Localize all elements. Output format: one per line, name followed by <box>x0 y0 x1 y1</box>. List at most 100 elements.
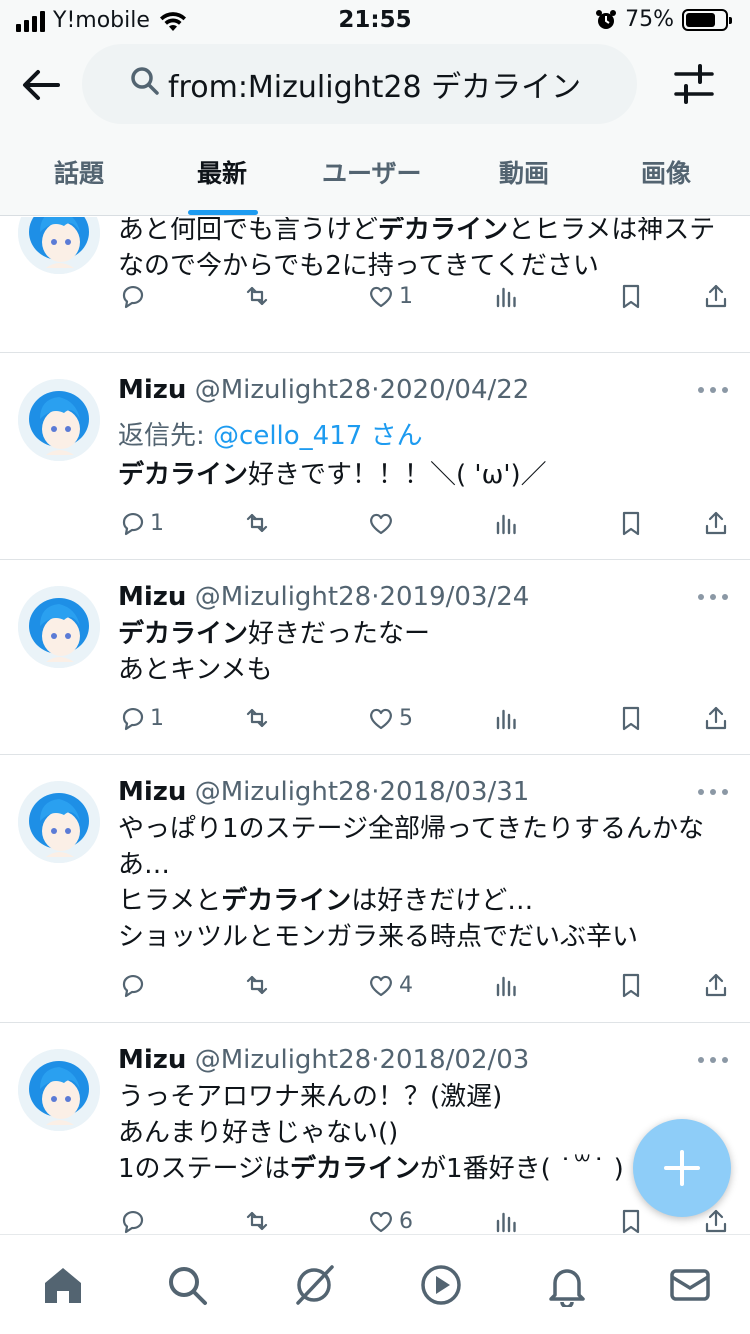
retweet-icon <box>246 1211 268 1231</box>
avatar[interactable] <box>18 379 100 461</box>
reply-count: 1 <box>150 510 164 536</box>
search-icon <box>169 1267 207 1305</box>
bookmark-button[interactable] <box>617 509 645 537</box>
reply-button[interactable] <box>118 971 150 999</box>
like-button[interactable]: 5 <box>367 704 413 732</box>
battery-icon <box>682 8 732 31</box>
retweet-icon <box>246 975 268 995</box>
status-bar: Y!mobile 21:55 75% <box>0 0 750 40</box>
bar-chart-icon <box>496 287 516 308</box>
reply-icon <box>122 1210 144 1234</box>
bookmark-button[interactable] <box>617 282 645 310</box>
tweet-text: あと何回でも言うけどデカラインとヒラメは神ステ なので今からでも2に持ってきてくだ… <box>118 217 716 281</box>
display-name[interactable]: Mizu <box>118 582 186 612</box>
views-button[interactable] <box>493 704 521 732</box>
bookmark-button[interactable] <box>617 1207 645 1234</box>
reply-button[interactable]: 1 <box>118 704 164 732</box>
compose-tweet-button[interactable] <box>633 1119 731 1217</box>
views-button[interactable] <box>493 971 521 999</box>
nav-explore[interactable] <box>165 1263 209 1307</box>
tweet[interactable]: Mizu @Mizulight28·2018/03/31 やっぱり1のステージ全… <box>0 755 750 1023</box>
like-button[interactable] <box>367 509 399 537</box>
search-query[interactable]: from:Mizulight28 デカライン <box>168 62 581 106</box>
tweet[interactable]: あと何回でも言うけどデカラインとヒラメは神ステ なので今からでも2に持ってきてくだ… <box>0 217 750 353</box>
more-options-icon[interactable] <box>696 785 730 799</box>
views-button[interactable] <box>493 1207 521 1234</box>
reply-button[interactable] <box>118 1207 150 1234</box>
retweet-button[interactable] <box>243 1207 271 1234</box>
nav-video[interactable] <box>419 1263 463 1307</box>
more-options-icon[interactable] <box>696 590 730 604</box>
avatar[interactable] <box>18 586 100 668</box>
share-button[interactable] <box>702 282 730 310</box>
retweet-button[interactable] <box>243 282 271 310</box>
tab-top[interactable]: 話題 <box>54 154 104 190</box>
avatar[interactable] <box>18 781 100 863</box>
bookmark-icon <box>622 284 640 309</box>
user-handle: @Mizulight28 <box>194 582 372 612</box>
avatar-image <box>18 217 100 274</box>
nav-spaces[interactable] <box>292 1263 336 1307</box>
more-options-icon[interactable] <box>696 383 730 397</box>
spaces-icon <box>296 1265 334 1305</box>
like-count: 6 <box>399 1208 413 1234</box>
tab-videos[interactable]: 動画 <box>499 154 549 190</box>
display-name[interactable]: Mizu <box>118 1045 186 1075</box>
retweet-button[interactable] <box>243 704 271 732</box>
search-icon <box>131 67 159 95</box>
tweet[interactable]: Mizu @Mizulight28·2020/04/22 返信先: @cello… <box>0 353 750 560</box>
search-input[interactable]: from:Mizulight28 デカライン <box>82 44 637 124</box>
views-button[interactable] <box>493 509 521 537</box>
share-button[interactable] <box>702 509 730 537</box>
user-handle: @Mizulight28 <box>194 375 372 405</box>
retweet-button[interactable] <box>243 509 271 537</box>
video-icon <box>421 1265 461 1305</box>
share-button[interactable] <box>702 1207 730 1234</box>
alarm-icon <box>596 9 617 29</box>
like-button[interactable]: 4 <box>367 971 413 999</box>
like-button[interactable]: 6 <box>367 1207 413 1234</box>
retweet-button[interactable] <box>243 971 271 999</box>
nav-notifications[interactable] <box>545 1263 589 1309</box>
tab-latest[interactable]: 最新 <box>197 154 247 190</box>
nav-messages[interactable] <box>668 1263 712 1307</box>
views-button[interactable] <box>493 282 521 310</box>
like-count: 1 <box>399 283 413 309</box>
reply-icon <box>122 285 144 309</box>
reply-button[interactable] <box>118 282 150 310</box>
reply-suffix[interactable]: さん <box>362 421 423 451</box>
avatar[interactable] <box>18 1049 100 1131</box>
heart-icon <box>370 1211 392 1233</box>
reply-prefix: 返信先: <box>118 421 214 451</box>
reply-icon <box>122 707 144 731</box>
tab-people[interactable]: ユーザー <box>322 154 422 190</box>
share-button[interactable] <box>702 971 730 999</box>
tweet-header: Mizu @Mizulight28·2020/04/22 <box>118 375 530 405</box>
display-name[interactable]: Mizu <box>118 777 186 807</box>
bar-chart-icon <box>496 514 516 535</box>
heart-icon <box>370 975 392 997</box>
display-name[interactable]: Mizu <box>118 375 186 405</box>
bookmark-button[interactable] <box>617 704 645 732</box>
retweet-icon <box>246 513 268 533</box>
tweet-text: デカライン好きだったなー あとキンメも <box>118 619 431 685</box>
reply-icon <box>122 974 144 998</box>
nav-home[interactable] <box>41 1263 85 1307</box>
tab-photos[interactable]: 画像 <box>641 154 691 190</box>
more-options-icon[interactable] <box>696 1053 730 1067</box>
retweet-icon <box>246 708 268 728</box>
search-settings-button[interactable] <box>674 62 714 106</box>
tweet-feed[interactable]: あと何回でも言うけどデカラインとヒラメは神ステ なので今からでも2に持ってきてくだ… <box>0 217 750 1234</box>
tweet-actions: 15 <box>0 704 750 738</box>
tweet[interactable]: Mizu @Mizulight28·2019/03/24 デカライン好きだったな… <box>0 560 750 755</box>
heart-icon <box>370 286 392 308</box>
bookmark-button[interactable] <box>617 971 645 999</box>
tweet[interactable]: Mizu @Mizulight28·2018/02/03 うっそアロワナ来んの！… <box>0 1023 750 1234</box>
share-button[interactable] <box>702 704 730 732</box>
sliders-icon <box>674 64 714 104</box>
avatar[interactable] <box>18 217 100 274</box>
back-button[interactable] <box>18 62 64 108</box>
like-button[interactable]: 1 <box>367 282 413 310</box>
reply-mention-link[interactable]: @cello_417 <box>213 421 362 451</box>
reply-button[interactable]: 1 <box>118 509 164 537</box>
